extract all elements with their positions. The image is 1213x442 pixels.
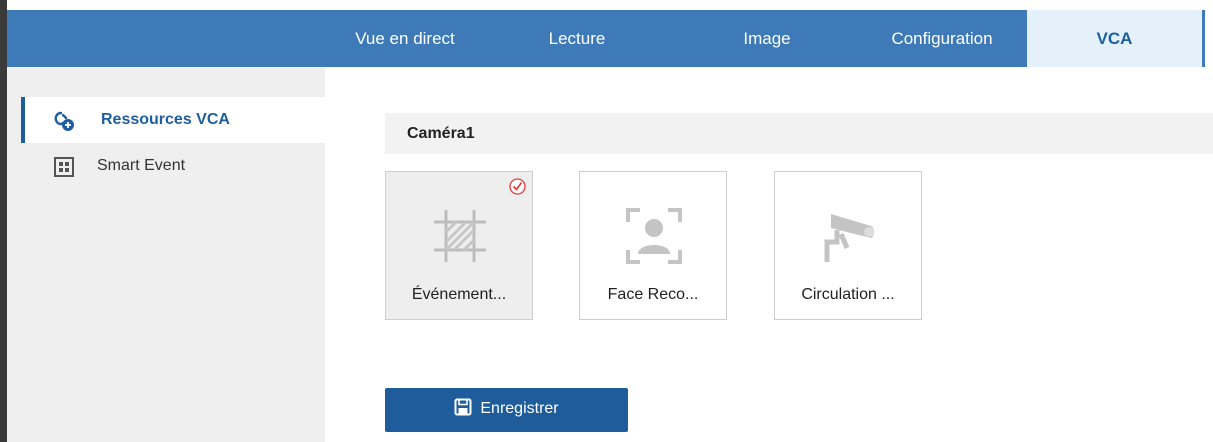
save-button[interactable]: Enregistrer xyxy=(385,388,628,432)
vca-card-evenement[interactable]: Événement... xyxy=(385,171,533,320)
tab-configuration[interactable]: Configuration xyxy=(862,10,1022,67)
vca-card-face-recognition[interactable]: Face Reco... xyxy=(579,171,727,320)
card-label: Événement... xyxy=(411,286,507,303)
sidebar-item-ressources-vca[interactable]: Ressources VCA xyxy=(21,97,325,143)
window-frame xyxy=(0,0,7,442)
check-icon xyxy=(509,178,526,195)
face-recognition-icon xyxy=(626,208,682,264)
tab-lecture[interactable]: Lecture xyxy=(507,10,647,67)
sidebar-item-label: Smart Event xyxy=(97,157,186,174)
event-region-icon xyxy=(434,210,486,262)
sidebar: Ressources VCA Smart Event xyxy=(7,67,325,442)
traffic-camera-icon xyxy=(824,214,874,262)
top-navigation-bar: Vue en direct Lecture Image Configuratio… xyxy=(7,10,1205,67)
camera-title: Caméra1 xyxy=(407,125,475,142)
tab-vue-en-direct[interactable]: Vue en direct xyxy=(335,10,475,67)
save-button-label: Enregistrer xyxy=(480,400,559,417)
vca-card-circulation[interactable]: Circulation ... xyxy=(774,171,922,320)
sidebar-item-label: Ressources VCA xyxy=(101,111,230,128)
sidebar-item-smart-event[interactable]: Smart Event xyxy=(21,143,325,189)
card-label: Circulation ... xyxy=(801,286,895,303)
smart-event-icon xyxy=(54,157,74,177)
save-icon xyxy=(454,398,472,416)
camera-section-header: Caméra1 xyxy=(385,113,1213,154)
tab-image[interactable]: Image xyxy=(697,10,837,67)
card-label: Face Reco... xyxy=(607,286,699,303)
tab-vca[interactable]: VCA xyxy=(1027,10,1202,67)
vca-resource-icon xyxy=(54,111,74,131)
